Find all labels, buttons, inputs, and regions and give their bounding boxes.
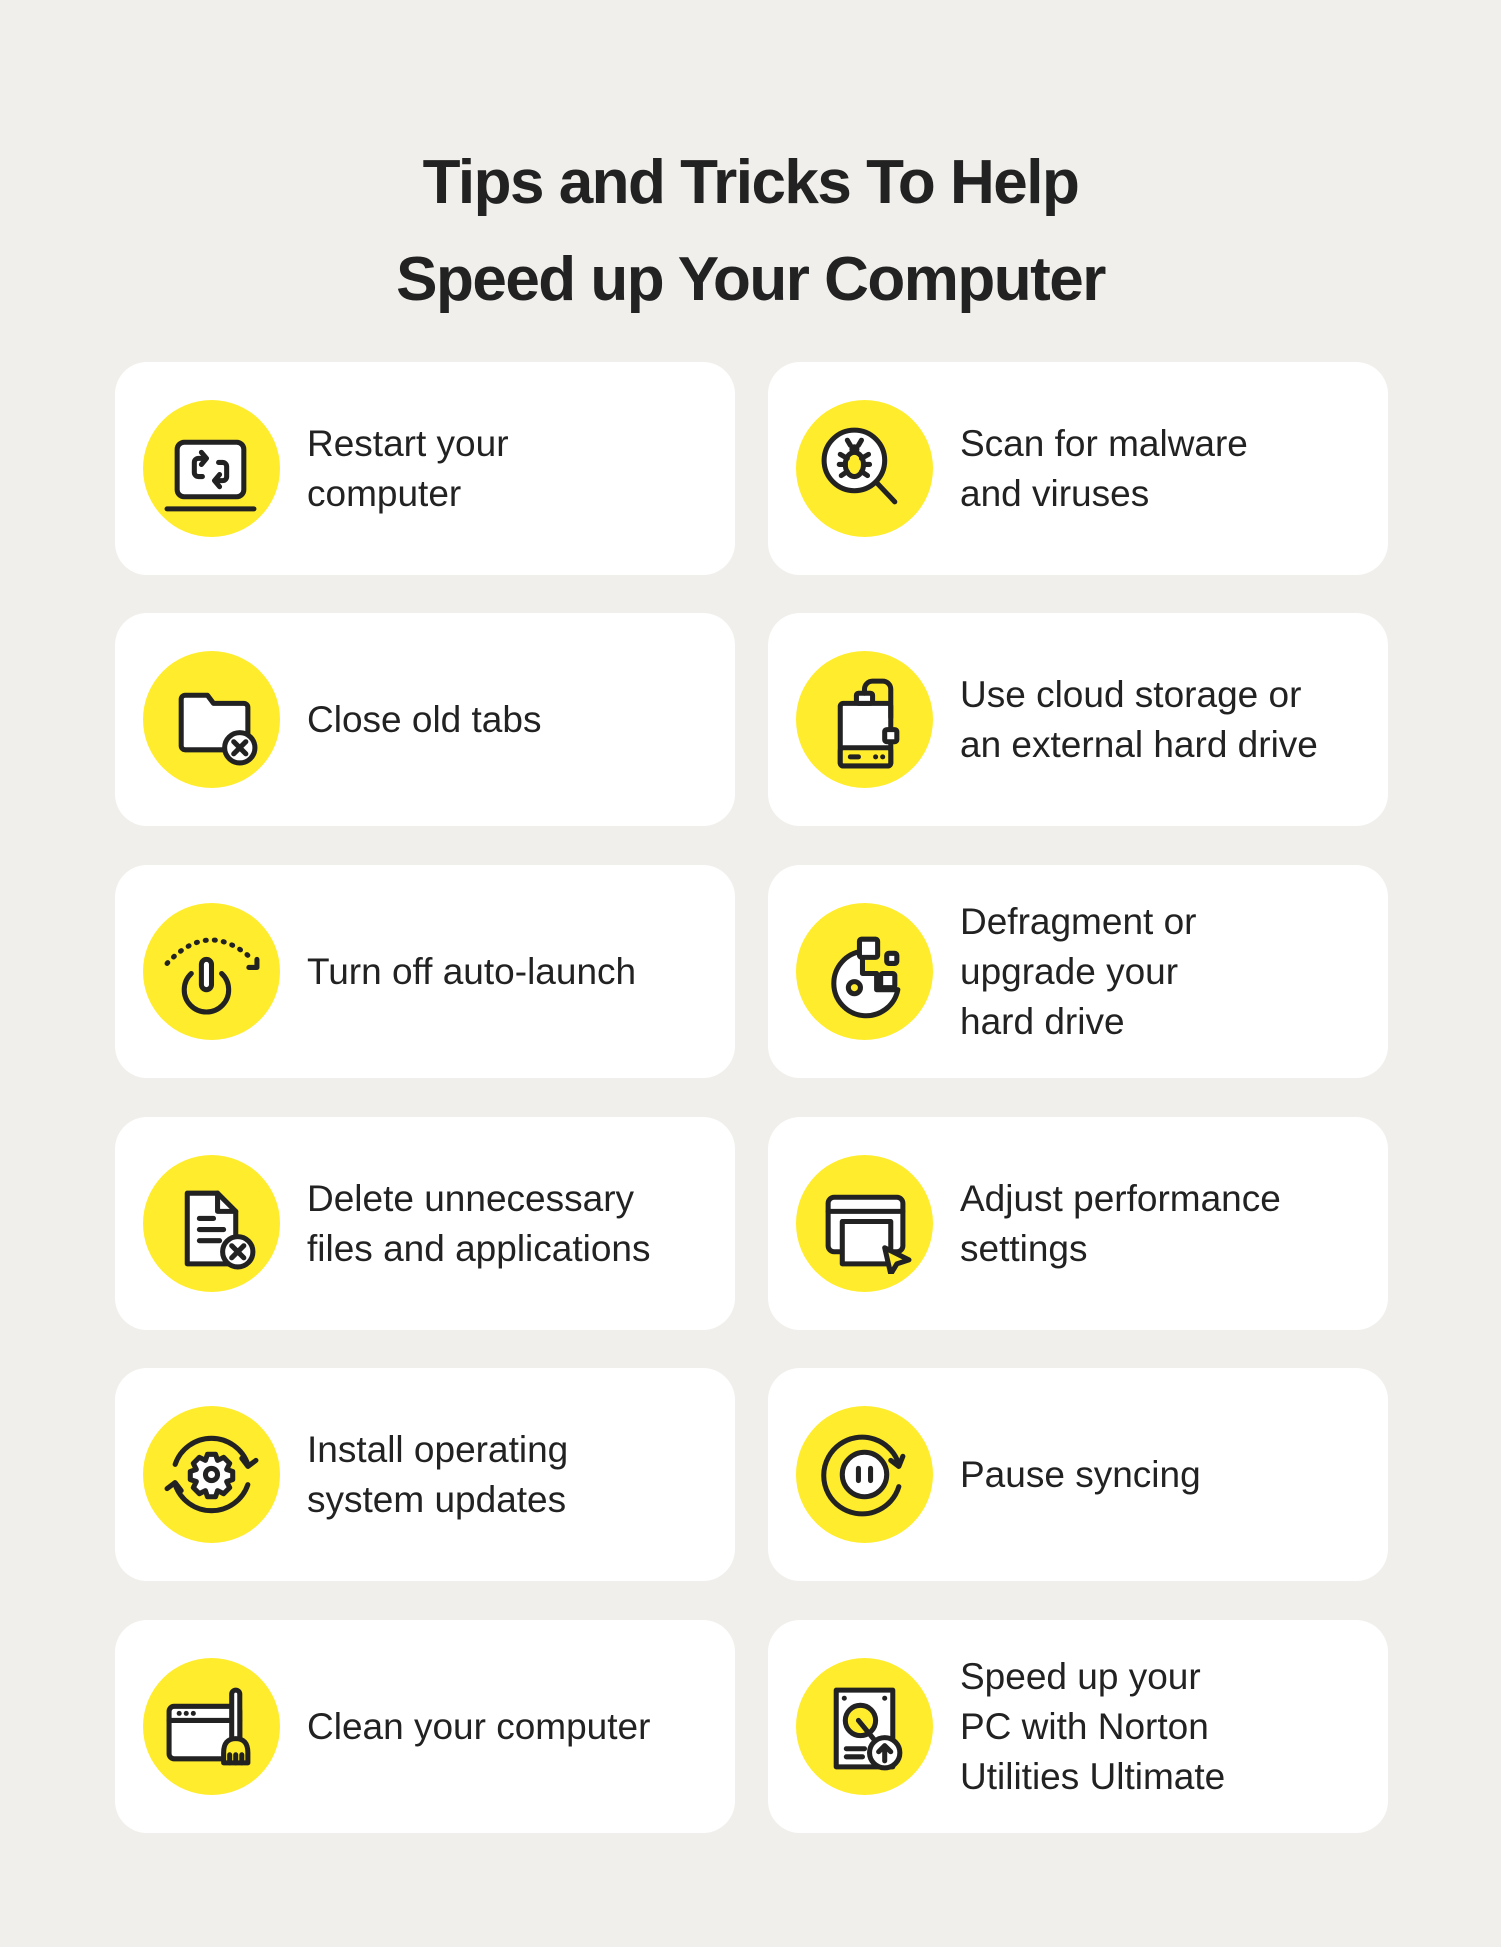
power-auto-icon — [164, 937, 260, 1015]
gear-update-icon — [164, 1435, 259, 1514]
bug-magnifier-icon — [821, 427, 898, 505]
tip-label: Scan for malware and viruses — [960, 422, 1248, 514]
tip-label: Clean your computer — [307, 1705, 651, 1747]
tip-card-pause-syncing: Pause syncing — [768, 1368, 1388, 1581]
icon-badge — [796, 1658, 933, 1795]
window-cursor-icon — [825, 1194, 912, 1274]
icon-badge — [796, 400, 933, 537]
tip-label: Close old tabs — [307, 698, 542, 740]
tip-label: Turn off auto-launch — [307, 950, 637, 992]
tip-label: Use cloud storage or an external hard dr… — [960, 673, 1318, 765]
tip-label: Defragment or upgrade your hard drive — [960, 900, 1197, 1042]
tip-card-performance: Adjust performance settings — [768, 1117, 1388, 1330]
tip-card-norton: Speed up your PC with Norton Utilities U… — [768, 1620, 1388, 1833]
icon-badge — [796, 651, 933, 788]
icon-badge — [796, 1406, 933, 1543]
title-line-1: Tips and Tricks To Help — [422, 147, 1080, 217]
tip-card-clean: Clean your computer — [115, 1620, 735, 1833]
tip-card-auto-launch: Turn off auto-launch — [115, 865, 735, 1078]
icon-badge — [796, 1155, 933, 1292]
tip-card-cloud-storage: Use cloud storage or an external hard dr… — [768, 613, 1388, 826]
tip-card-close-tabs: Close old tabs — [115, 613, 735, 826]
tip-card-os-updates: Install operating system updates — [115, 1368, 735, 1581]
icon-badge — [143, 903, 280, 1040]
tip-card-defragment: Defragment or upgrade your hard drive — [768, 865, 1388, 1078]
tip-label: Delete unnecessary files and application… — [307, 1177, 651, 1269]
disk-defrag-icon — [831, 936, 901, 1019]
file-delete-icon — [184, 1190, 256, 1270]
tip-card-scan: Scan for malware and viruses — [768, 362, 1388, 575]
tip-card-delete-files: Delete unnecessary files and application… — [115, 1117, 735, 1330]
icon-badge — [796, 903, 933, 1040]
hard-drive-upgrade-icon — [833, 1687, 903, 1771]
title-line-2: Speed up Your Computer — [396, 244, 1106, 314]
icon-badge — [143, 651, 280, 788]
pause-sync-icon — [821, 1434, 906, 1517]
tip-label: Adjust performance settings — [960, 1177, 1281, 1269]
tip-label: Speed up your PC with Norton Utilities U… — [960, 1655, 1226, 1797]
icon-badge — [143, 400, 280, 537]
icon-badge — [143, 1406, 280, 1543]
icon-badge — [143, 1155, 280, 1292]
tip-label: Install operating system updates — [307, 1428, 569, 1520]
external-drive-icon — [837, 678, 900, 769]
icon-badge — [143, 1658, 280, 1795]
tip-label: Pause syncing — [960, 1453, 1201, 1495]
tip-card-restart: Restart your computer — [115, 362, 735, 575]
tip-label: Restart your computer — [307, 422, 509, 514]
folder-close-icon — [178, 692, 258, 766]
page-title: Tips and Tricks To Help Speed up Your Co… — [0, 134, 1501, 328]
laptop-restart-icon — [164, 439, 257, 512]
browser-broom-icon — [166, 1687, 251, 1766]
